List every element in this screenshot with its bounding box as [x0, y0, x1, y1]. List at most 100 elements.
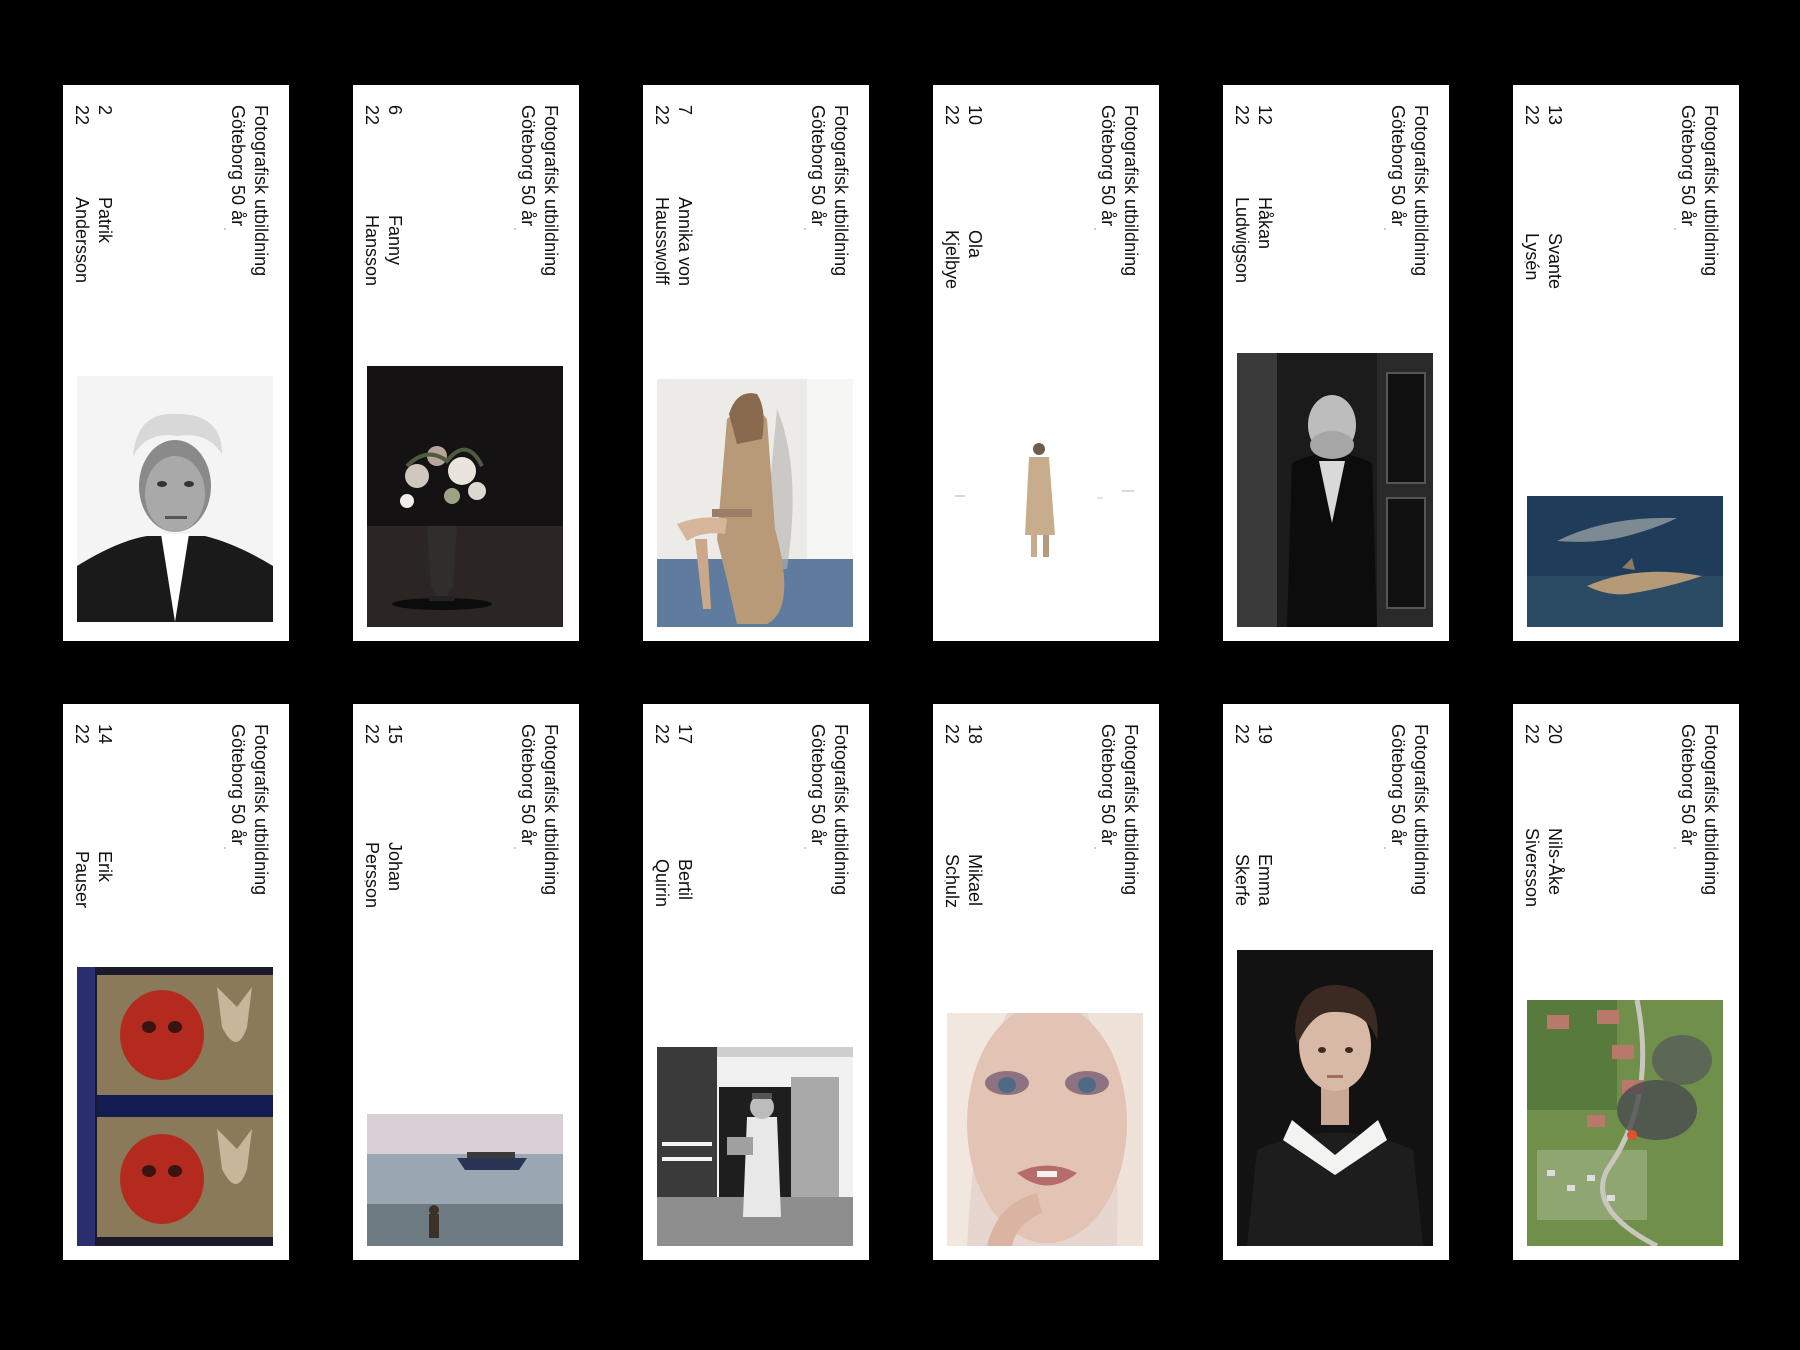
series-title-line-2: Göteborg 50 år [228, 724, 248, 846]
poster-day: 19 [1255, 724, 1275, 745]
photographer-name: Nils-Åke Siversson [1520, 828, 1566, 907]
portrait-man-bw-icon [77, 376, 273, 622]
photographer-name: Patrik Andersson [70, 197, 116, 283]
poster-year: 22 [1522, 105, 1542, 126]
photographer-last-name: Hansson [362, 215, 382, 287]
series-title-line-1: Fotografisk utbildning [1701, 105, 1721, 277]
poster-date: 20 22 [1520, 724, 1566, 744]
photographer-first-name: Johan [385, 842, 405, 892]
poster-card: 2 22 Patrik Andersson Fotografisk utbild… [63, 85, 289, 641]
poster-date: 2 22 [70, 105, 116, 125]
photographer-name: Erik Pauser [70, 851, 116, 908]
photographer-first-name: Fanny [385, 215, 405, 266]
poster-day: 6 [385, 105, 405, 116]
photographer-name: Svante Lysén [1520, 233, 1566, 289]
series-title-line-1: Fotografisk utbildning [1411, 105, 1431, 277]
poster-date: 19 22 [1230, 724, 1276, 744]
photographer-name: Håkan Ludwigson [1230, 197, 1276, 283]
series-title-line-2: Göteborg 50 år [1098, 105, 1118, 227]
series-title-line-1: Fotografisk utbildning [541, 724, 561, 896]
series-title-line-2: Göteborg 50 år [1678, 724, 1698, 846]
man-in-doorway-bw-icon [1237, 353, 1433, 627]
girl-portrait-dark-icon [1237, 950, 1433, 1246]
photographer-first-name: Svante [1545, 233, 1565, 290]
poster-year: 22 [72, 105, 92, 126]
photographer-last-name: Ludwigson [1232, 197, 1252, 284]
poster-date: 15 22 [360, 724, 406, 744]
poster-year: 22 [1522, 724, 1542, 745]
poster-date: 7 22 [650, 105, 696, 125]
series-title-line-2: Göteborg 50 år [228, 105, 248, 227]
woman-in-coat-on-chair-icon [657, 379, 853, 627]
series-title-line-2: Göteborg 50 år [1388, 105, 1408, 227]
series-title: Fotografisk utbildning Göteborg 50 år [1676, 105, 1722, 276]
poster-day: 18 [965, 724, 985, 745]
series-title-line-2: Göteborg 50 år [1098, 724, 1118, 846]
series-title-line-1: Fotografisk utbildning [251, 724, 271, 896]
photographer-first-name: Bertil [675, 859, 695, 901]
film-strip-mask-icon [77, 967, 273, 1246]
dolphins-in-water-icon [1527, 496, 1723, 627]
series-title-line-1: Fotografisk utbildning [1121, 724, 1141, 896]
poster-day: 14 [95, 724, 115, 745]
photographer-name: Mikael Schulz [940, 854, 986, 908]
series-title: Fotografisk utbildning Göteborg 50 år [1096, 105, 1142, 276]
poster-year: 22 [652, 724, 672, 745]
figure-in-snow-icon [947, 435, 1143, 575]
poster-day: 7 [675, 105, 695, 116]
photographer-name: Ola Kjelbye [940, 230, 986, 289]
poster-card: 18 22 Mikael Schulz Fotografisk utbildni… [933, 704, 1159, 1260]
photographer-first-name: Emma [1255, 854, 1275, 907]
series-title: Fotografisk utbildning Göteborg 50 år [1676, 724, 1722, 895]
series-title-line-2: Göteborg 50 år [808, 105, 828, 227]
boat-at-sea-sunset-icon [367, 1114, 563, 1246]
series-title-line-1: Fotografisk utbildning [251, 105, 271, 277]
poster-date: 6 22 [360, 105, 406, 125]
photographer-last-name: Persson [362, 842, 382, 909]
photographer-first-name: Mikael [965, 854, 985, 907]
poster-year: 22 [362, 105, 382, 126]
photographer-name: Johan Persson [360, 842, 406, 908]
photographer-name: Emma Skerfe [1230, 854, 1276, 906]
poster-year: 22 [362, 724, 382, 745]
poster-card: 20 22 Nils-Åke Siversson Fotografisk utb… [1513, 704, 1739, 1260]
series-title-line-1: Fotografisk utbildning [831, 105, 851, 277]
series-title: Fotografisk utbildning Göteborg 50 år [806, 105, 852, 276]
photographer-first-name: Erik [95, 851, 115, 882]
poster-board: 2 22 Patrik Andersson Fotografisk utbild… [0, 0, 1800, 1350]
poster-card: 6 22 Fanny Hansson Fotografisk utbildnin… [353, 85, 579, 641]
photographer-last-name: Quirin [652, 859, 672, 908]
poster-day: 17 [675, 724, 695, 745]
photographer-first-name: Annika von [675, 197, 695, 287]
poster-year: 22 [942, 724, 962, 745]
photographer-first-name: Patrik [95, 197, 115, 244]
aerial-town-smoke-icon [1527, 1000, 1723, 1246]
poster-date: 18 22 [940, 724, 986, 744]
series-title: Fotografisk utbildning Göteborg 50 år [226, 105, 272, 276]
photographer-first-name: Ola [965, 230, 985, 259]
poster-day: 10 [965, 105, 985, 126]
poster-card: 17 22 Bertil Quirin Fotografisk utbildni… [643, 704, 869, 1260]
poster-card: 19 22 Emma Skerfe Fotografisk utbildning… [1223, 704, 1449, 1260]
series-title-line-2: Göteborg 50 år [518, 105, 538, 227]
poster-date: 12 22 [1230, 105, 1276, 125]
series-title: Fotografisk utbildning Göteborg 50 år [1386, 105, 1432, 276]
series-title: Fotografisk utbildning Göteborg 50 år [1096, 724, 1142, 895]
poster-day: 12 [1255, 105, 1275, 126]
poster-day: 20 [1545, 724, 1565, 745]
poster-card: 10 22 Ola Kjelbye Fotografisk utbildning… [933, 85, 1159, 641]
poster-year: 22 [652, 105, 672, 126]
poster-card: 15 22 Johan Persson Fotografisk utbildni… [353, 704, 579, 1260]
poster-card: 13 22 Svante Lysén Fotografisk utbildnin… [1513, 85, 1739, 641]
series-title: Fotografisk utbildning Göteborg 50 år [1386, 724, 1432, 895]
photographer-first-name: Nils-Åke [1545, 828, 1565, 896]
poster-date: 10 22 [940, 105, 986, 125]
poster-date: 13 22 [1520, 105, 1566, 125]
series-title-line-1: Fotografisk utbildning [1121, 105, 1141, 277]
series-title-line-2: Göteborg 50 år [518, 724, 538, 846]
photographer-last-name: Andersson [72, 197, 92, 284]
poster-day: 15 [385, 724, 405, 745]
photographer-last-name: Kjelbye [942, 230, 962, 290]
series-title-line-1: Fotografisk utbildning [541, 105, 561, 277]
series-title: Fotografisk utbildning Göteborg 50 år [516, 105, 562, 276]
